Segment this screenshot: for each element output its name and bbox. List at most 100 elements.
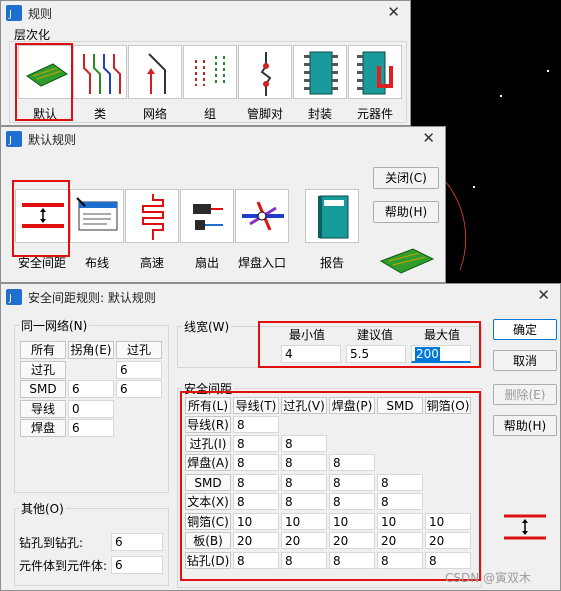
rules-titlebar[interactable]: J 规则 ✕ xyxy=(1,1,410,25)
min-width-field[interactable]: 4 xyxy=(281,345,341,363)
tile-fanout[interactable] xyxy=(180,189,234,243)
tile-class[interactable] xyxy=(73,45,127,99)
column-via-button[interactable]: 过孔(V) xyxy=(281,397,327,414)
clearance-cell[interactable]: 20 xyxy=(377,532,423,549)
column-pad-button[interactable]: 焊盘(P) xyxy=(329,397,375,414)
clearance-cell[interactable]: 8 xyxy=(281,474,327,491)
row-trace-button[interactable]: 导线(R) xyxy=(185,416,231,433)
tile-group[interactable] xyxy=(183,45,237,99)
component-chip-icon xyxy=(357,51,393,95)
close-button[interactable]: 关闭(C) xyxy=(373,167,439,189)
clearance-cell[interactable]: 10 xyxy=(425,513,471,530)
clearance-cell[interactable]: 8 xyxy=(233,493,279,510)
same-net-row-smd[interactable]: SMD xyxy=(20,380,66,398)
body-to-body-field[interactable]: 6 xyxy=(111,556,163,574)
row-smd-button[interactable]: SMD xyxy=(185,474,231,491)
footprint-chip-icon xyxy=(304,51,338,95)
clearance-cell[interactable]: 8 xyxy=(233,435,279,452)
clearance-cell[interactable]: 20 xyxy=(233,532,279,549)
delete-button[interactable]: 删除(E) xyxy=(493,384,557,405)
tile-class-label: 类 xyxy=(93,107,106,121)
row-drill-button[interactable]: 钻孔(D) xyxy=(185,552,231,569)
close-icon[interactable]: ✕ xyxy=(537,287,550,303)
clearance-cell[interactable]: 8 xyxy=(425,552,471,569)
tile-component[interactable] xyxy=(348,45,402,99)
tile-pinpair-label: 管脚对 xyxy=(246,107,283,121)
same-net-trace-field[interactable]: 0 xyxy=(68,400,114,418)
clearance-cell[interactable]: 10 xyxy=(329,513,375,530)
same-net-corner-button[interactable]: 拐角(E) xyxy=(68,341,114,359)
tile-routing[interactable] xyxy=(70,189,124,243)
routing-form-icon xyxy=(76,197,118,231)
clearance-cell[interactable]: 8 xyxy=(281,435,327,452)
help-button[interactable]: 帮助(H) xyxy=(493,415,557,436)
row-pad-button[interactable]: 焊盘(A) xyxy=(185,454,231,471)
default-rules-titlebar[interactable]: J 默认规则 ✕ xyxy=(1,127,445,151)
clearance-cell[interactable]: 20 xyxy=(329,532,375,549)
column-copper-button[interactable]: 铜箔(O) xyxy=(425,397,471,414)
tile-pinpair[interactable] xyxy=(238,45,292,99)
clearance-cell[interactable]: 8 xyxy=(329,552,375,569)
help-button[interactable]: 帮助(H) xyxy=(373,201,439,223)
ok-button[interactable]: 确定 xyxy=(493,319,557,340)
same-net-via-via-field[interactable]: 6 xyxy=(116,361,162,379)
same-net-smd-via-field[interactable]: 6 xyxy=(116,380,162,398)
clearance-cell[interactable]: 8 xyxy=(329,474,375,491)
tile-default-label: 默认 xyxy=(32,107,57,121)
column-trace-button[interactable]: 导线(T) xyxy=(233,397,279,414)
clearance-cell[interactable]: 8 xyxy=(281,552,327,569)
row-via-button[interactable]: 过孔(I) xyxy=(185,435,231,452)
tile-pad-entry[interactable] xyxy=(235,189,289,243)
clearance-cell[interactable]: 20 xyxy=(425,532,471,549)
clearance-cell[interactable]: 8 xyxy=(329,454,375,471)
star-dot xyxy=(473,186,475,188)
tile-highspeed-label: 高速 xyxy=(139,256,164,270)
max-width-field[interactable]: 200 xyxy=(411,345,471,363)
clearance-cell[interactable]: 8 xyxy=(329,493,375,510)
row-board-button[interactable]: 板(B) xyxy=(185,532,231,549)
cancel-button[interactable]: 取消 xyxy=(493,350,557,371)
same-net-via-button[interactable]: 过孔 xyxy=(116,341,162,359)
tile-default[interactable] xyxy=(18,45,72,99)
trace-width-label: 线宽(W) xyxy=(182,318,232,335)
tile-footprint[interactable] xyxy=(293,45,347,99)
same-net-all-button[interactable]: 所有 xyxy=(20,341,66,359)
clearance-all-button[interactable]: 所有(L) xyxy=(185,397,231,414)
close-icon[interactable]: ✕ xyxy=(422,130,435,146)
clearance-cell[interactable]: 10 xyxy=(281,513,327,530)
clearance-cell[interactable]: 10 xyxy=(233,513,279,530)
clearance-cell[interactable]: 8 xyxy=(281,454,327,471)
clearance-cell[interactable]: 8 xyxy=(377,552,423,569)
row-text-button[interactable]: 文本(X) xyxy=(185,493,231,510)
tile-report[interactable] xyxy=(305,189,359,243)
clearance-cell[interactable]: 10 xyxy=(377,513,423,530)
group-traces-icon xyxy=(195,56,225,86)
clearance-rules-dialog: J 安全间距规则: 默认规则 ✕ 同一网络(N) 所有 拐角(E) 过孔 过孔 … xyxy=(0,283,561,591)
clearance-cell[interactable]: 8 xyxy=(377,474,423,491)
class-traces-icon xyxy=(83,54,121,94)
tile-highspeed[interactable] xyxy=(125,189,179,243)
same-net-row-trace[interactable]: 导线 xyxy=(20,400,66,418)
row-copper-button[interactable]: 铜箔(C) xyxy=(185,513,231,530)
app-icon: J xyxy=(6,131,22,147)
svg-text:J: J xyxy=(8,293,12,304)
close-icon[interactable]: ✕ xyxy=(387,4,400,20)
clearance-cell[interactable]: 8 xyxy=(233,552,279,569)
clearance-cell[interactable]: 8 xyxy=(233,454,279,471)
clearance-cell[interactable]: 8 xyxy=(233,416,279,433)
clearance-cell[interactable]: 8 xyxy=(281,493,327,510)
clearance-cell[interactable]: 20 xyxy=(281,532,327,549)
column-smd-button[interactable]: SMD xyxy=(377,397,423,414)
recommended-width-field[interactable]: 5.5 xyxy=(346,345,406,363)
tile-net[interactable] xyxy=(128,45,182,99)
clearance-titlebar[interactable]: J 安全间距规则: 默认规则 ✕ xyxy=(1,284,560,310)
same-net-row-pad[interactable]: 焊盘 xyxy=(20,419,66,437)
rules-window: J 规则 ✕ 层次化 默认 类 网络 组 管脚对 封装 元器件 xyxy=(0,0,411,126)
clearance-cell[interactable]: 8 xyxy=(377,493,423,510)
clearance-cell[interactable]: 8 xyxy=(233,474,279,491)
drill-to-drill-field[interactable]: 6 xyxy=(111,533,163,551)
same-net-pad-field[interactable]: 6 xyxy=(68,419,114,437)
tile-clearance[interactable] xyxy=(15,189,69,243)
same-net-row-via[interactable]: 过孔 xyxy=(20,361,66,379)
same-net-smd-corner-field[interactable]: 6 xyxy=(68,380,114,398)
